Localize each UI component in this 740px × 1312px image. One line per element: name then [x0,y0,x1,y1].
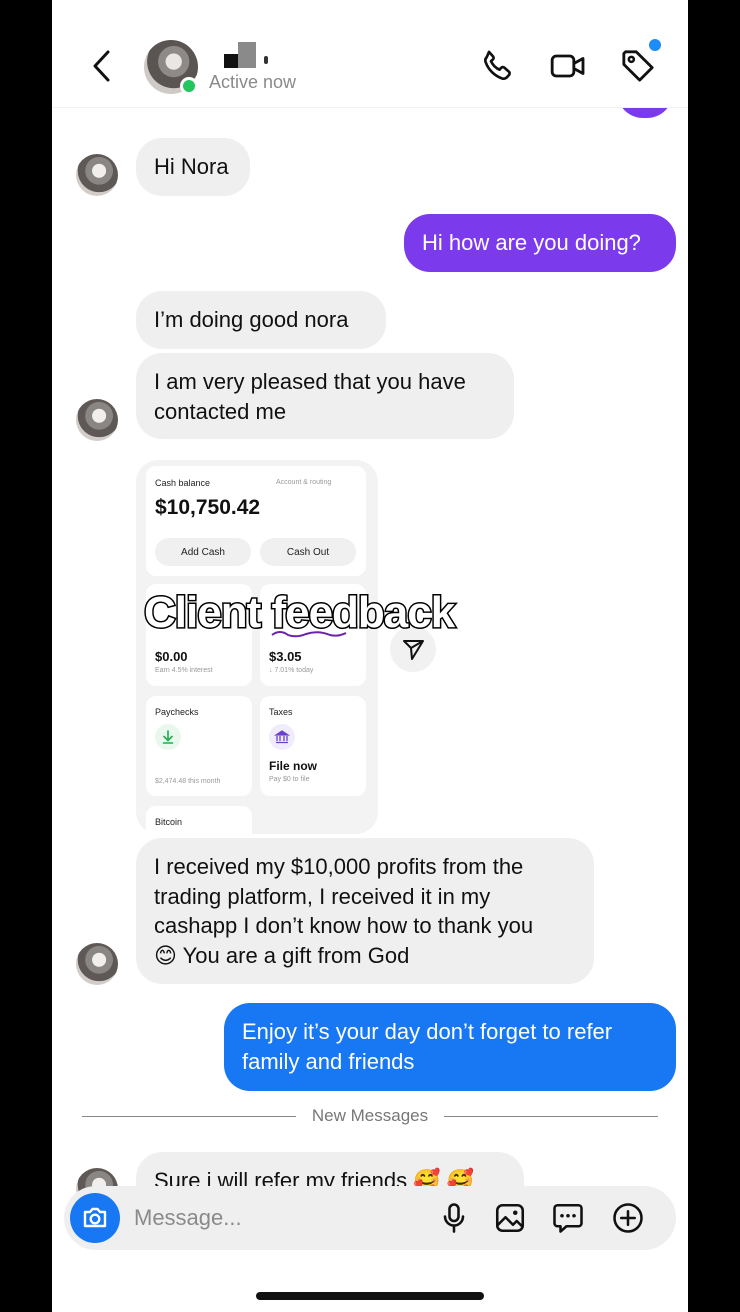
sender-avatar[interactable] [76,943,118,985]
paychecks-sub: $2,474.48 this month [155,778,221,785]
message-composer: Message... [64,1186,676,1250]
cash-out-button: Cash Out [260,538,356,566]
download-icon [155,724,181,750]
chat-header: Active now [52,0,688,108]
video-icon[interactable] [548,46,588,86]
building-icon [269,724,295,750]
taxes-label: Taxes [269,707,293,717]
balance-amount: $10,750.42 [155,496,261,519]
sender-avatar[interactable] [76,154,118,196]
stocks-value: $3.05 [269,649,302,664]
message-line: cashapp I don’t know how to thank you [154,913,534,938]
message-line: 😊 You are a gift from God [154,942,410,968]
message-bubble-outgoing[interactable]: Enjoy it’s your day don’t forget to refe… [224,1003,676,1091]
add-plus-icon[interactable] [610,1200,646,1236]
message-bubble-outgoing[interactable]: Hi how are you doing? [404,214,676,272]
message-line: contacted me [154,398,287,424]
add-cash-button: Add Cash [155,538,251,566]
chat-screen: Active now Hi Nora Hi how are you doing?… [52,0,688,1312]
savings-value: $0.00 [155,649,188,664]
message-line: trading platform, I received it in my [154,883,491,909]
account-routing-label: Account & routing [276,479,332,486]
message-text: Hi how are you doing? [422,230,641,255]
message-line: family and friends [242,1048,415,1074]
message-text: Hi Nora [154,154,229,179]
sender-avatar[interactable] [76,399,118,441]
bitcoin-label: Bitcoin [155,817,183,827]
message-line: I am very pleased that you have [154,369,466,394]
new-messages-label: New Messages [311,1106,429,1125]
taxes-card: Taxes File now Pay $0 to file [260,696,366,796]
message-line: I received my $10,000 profits from the [154,854,524,879]
message-text: I’m doing good nora [154,307,349,332]
camera-icon[interactable] [70,1193,120,1243]
gallery-icon[interactable] [492,1200,528,1236]
message-bubble-incoming[interactable]: I’m doing good nora [136,291,386,349]
microphone-icon[interactable] [436,1200,472,1236]
paychecks-card: Paychecks $2,474.48 this month [146,696,252,796]
taxes-sub: Pay $0 to file [269,776,310,783]
taxes-action: File now [269,759,317,773]
savings-sub: Earn 4.5% interest [155,667,213,674]
message-line: Enjoy it’s your day don’t forget to refe… [242,1019,613,1044]
message-input[interactable]: Message... [134,1205,242,1231]
notification-dot [649,39,661,51]
shared-image-message[interactable]: Cash balance Account & routing $10,750.4… [136,460,378,834]
back-chevron-icon[interactable] [88,46,118,86]
home-indicator[interactable] [256,1292,484,1300]
stocks-sub: ↓ 7.01% today [269,667,314,674]
paychecks-label: Paychecks [155,707,199,717]
online-status-dot [180,77,198,95]
active-status-text: Active now [209,72,297,92]
message-bubble-incoming[interactable]: I received my $10,000 profits from the t… [136,838,594,984]
message-bubble-incoming[interactable]: I am very pleased that you have contacte… [136,353,514,439]
sticker-chat-icon[interactable] [550,1200,586,1236]
cash-balance-card: Cash balance Account & routing $10,750.4… [146,466,366,576]
contact-name-redacted[interactable] [224,42,294,68]
message-bubble-incoming[interactable]: Hi Nora [136,138,250,196]
tag-icon[interactable] [618,46,658,86]
phone-icon[interactable] [478,46,518,86]
scribble-underline [270,626,348,638]
bitcoin-card: Bitcoin [146,806,252,834]
cash-balance-label: Cash balance [155,478,211,488]
